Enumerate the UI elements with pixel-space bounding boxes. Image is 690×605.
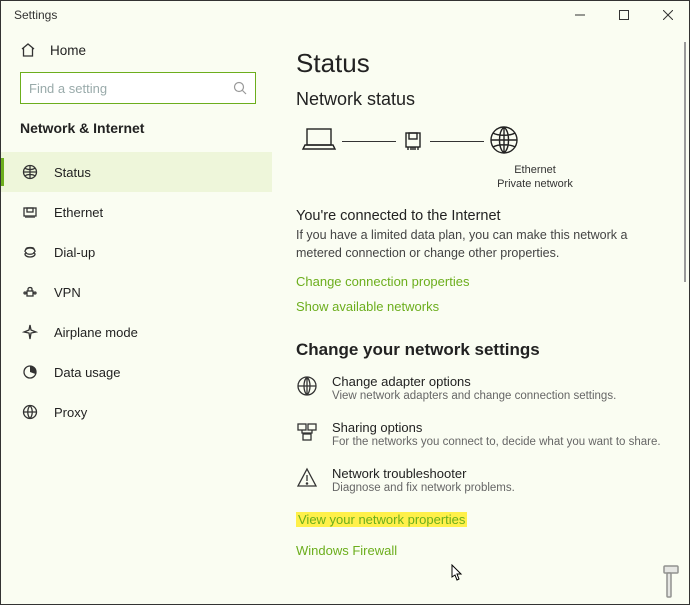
close-button[interactable]: [646, 0, 690, 30]
maximize-button[interactable]: [602, 0, 646, 30]
row-title: Sharing options: [332, 420, 661, 435]
ethernet-icon: [22, 204, 38, 220]
sidebar-item-label: VPN: [54, 285, 81, 300]
sidebar-item-label: Proxy: [54, 405, 87, 420]
sidebar-item-proxy[interactable]: Proxy: [0, 392, 272, 432]
sidebar-home[interactable]: Home: [0, 34, 272, 66]
sidebar-item-label: Dial-up: [54, 245, 95, 260]
row-title: Network troubleshooter: [332, 466, 515, 481]
minimize-button[interactable]: [558, 0, 602, 30]
vpn-icon: [22, 284, 38, 300]
home-icon: [20, 42, 36, 58]
data-usage-icon: [22, 364, 38, 380]
search-input[interactable]: [29, 81, 233, 96]
row-description: View network adapters and change connect…: [332, 390, 616, 402]
sidebar-item-label: Status: [54, 165, 91, 180]
globe-icon: [488, 124, 520, 159]
page-title: Status: [296, 48, 670, 79]
proxy-icon: [22, 404, 38, 420]
link-change-connection-properties[interactable]: Change connection properties: [296, 274, 469, 289]
page-subtitle: Network status: [296, 89, 670, 110]
connected-heading: You're connected to the Internet: [296, 208, 670, 224]
scrollbar[interactable]: [682, 42, 686, 593]
sidebar-item-datausage[interactable]: Data usage: [0, 352, 272, 392]
change-settings-heading: Change your network settings: [296, 340, 670, 360]
sidebar-item-ethernet[interactable]: Ethernet: [0, 192, 272, 232]
sidebar-home-label: Home: [50, 43, 86, 58]
dialup-icon: [22, 244, 38, 260]
status-icon: [22, 164, 38, 180]
sidebar-item-airplane[interactable]: Airplane mode: [0, 312, 272, 352]
row-network-troubleshooter[interactable]: Network troubleshooter Diagnose and fix …: [296, 466, 670, 494]
network-diagram: [300, 124, 670, 159]
sidebar-item-dialup[interactable]: Dial-up: [0, 232, 272, 272]
laptop-icon: [300, 125, 338, 158]
titlebar: Settings: [0, 0, 690, 30]
sharing-icon: [296, 421, 318, 443]
row-description: Diagnose and fix network problems.: [332, 482, 515, 494]
link-view-network-properties[interactable]: View your network properties: [296, 512, 467, 527]
search-icon: [233, 81, 247, 95]
sidebar-item-label: Airplane mode: [54, 325, 138, 340]
scrollbar-thumb[interactable]: [684, 42, 686, 282]
troubleshooter-icon: [296, 467, 318, 489]
row-sharing-options[interactable]: Sharing options For the networks you con…: [296, 420, 670, 448]
category-header: Network & Internet: [0, 114, 272, 146]
sidebar-item-label: Ethernet: [54, 205, 103, 220]
link-windows-firewall[interactable]: Windows Firewall: [296, 543, 397, 558]
connected-description: If you have a limited data plan, you can…: [296, 226, 656, 262]
sidebar-item-label: Data usage: [54, 365, 121, 380]
watermark-icon: [644, 562, 686, 604]
search-box[interactable]: [20, 72, 256, 104]
row-description: For the networks you connect to, decide …: [332, 436, 661, 448]
diagram-label: Ethernet Private network: [400, 163, 670, 192]
row-change-adapter-options[interactable]: Change adapter options View network adap…: [296, 374, 670, 402]
sidebar: Home Network & Internet Status: [0, 30, 272, 605]
row-title: Change adapter options: [332, 374, 616, 389]
sidebar-item-status[interactable]: Status: [0, 152, 272, 192]
window-title: Settings: [14, 8, 57, 22]
sidebar-item-vpn[interactable]: VPN: [0, 272, 272, 312]
link-show-available-networks[interactable]: Show available networks: [296, 299, 439, 314]
airplane-icon: [22, 324, 38, 340]
window-controls: [558, 0, 690, 30]
adapter-icon: [400, 127, 426, 156]
adapter-options-icon: [296, 375, 318, 397]
main-content: Status Network status Ethernet Private n…: [272, 30, 690, 605]
